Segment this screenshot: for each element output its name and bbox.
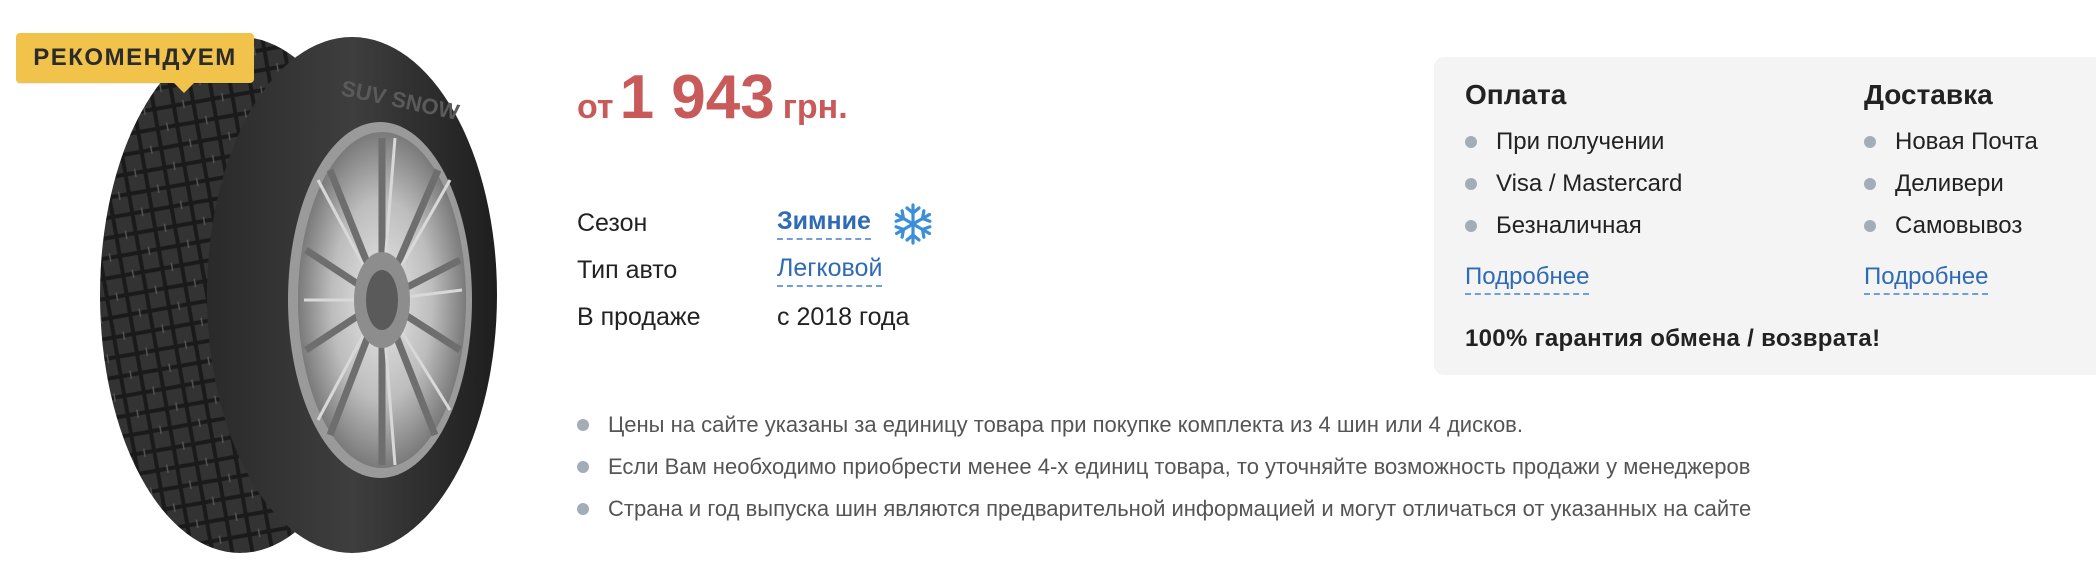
payment-delivery-box: Оплата При получении Visa / Mastercard Б… — [1434, 57, 2096, 375]
recommended-badge: РЕКОМЕНДУЕМ — [16, 33, 254, 93]
payment-item: Безналичная — [1496, 212, 1642, 239]
list-item: Если Вам необходимо приобрести менее 4-х… — [577, 446, 1751, 488]
delivery-item: Деливери — [1895, 170, 2004, 197]
price-notes: Цены на сайте указаны за единицу товара … — [577, 404, 1751, 530]
bullet-icon — [1465, 178, 1477, 190]
spec-value-on-sale: с 2018 года — [777, 303, 910, 331]
note-text: Страна и год выпуска шин являются предва… — [608, 496, 1752, 521]
price-prefix: от — [577, 88, 614, 126]
vehicle-type-link[interactable]: Легковой — [777, 254, 883, 287]
season-link[interactable]: Зимние — [777, 207, 871, 240]
price-currency: грн. — [782, 88, 848, 126]
list-item: Самовывоз — [1864, 205, 2038, 247]
payment-item: При получении — [1496, 128, 1665, 155]
payment-more-link[interactable]: Подробнее — [1465, 263, 1590, 295]
spec-row-vehicle-type: Тип авто Легковой — [577, 247, 935, 294]
bullet-icon — [1864, 136, 1876, 148]
delivery-item: Новая Почта — [1895, 128, 2038, 155]
tire-icon: SUV SNOW — [100, 37, 497, 553]
snowflake-icon — [891, 202, 934, 245]
payment-title: Оплата — [1465, 79, 1567, 110]
list-item: При получении — [1465, 121, 1682, 163]
bullet-icon — [577, 461, 589, 473]
product-image[interactable]: SUV SNOW — [90, 30, 500, 560]
payment-list: При получении Visa / Mastercard Безналич… — [1465, 121, 1682, 247]
guarantee-text: 100% гарантия обмена / возврата! — [1465, 325, 1881, 352]
payment-column: Оплата При получении Visa / Mastercard Б… — [1465, 79, 1682, 295]
list-item: Безналичная — [1465, 205, 1682, 247]
payment-item: Visa / Mastercard — [1496, 170, 1683, 197]
bullet-icon — [577, 419, 589, 431]
delivery-title: Доставка — [1864, 79, 1993, 110]
product-specs: Сезон Зимние Тип авто Легковой В продаже… — [577, 200, 935, 341]
list-item: Страна и год выпуска шин являются предва… — [577, 488, 1751, 530]
delivery-item: Самовывоз — [1895, 212, 2023, 239]
spec-row-on-sale: В продаже с 2018 года — [577, 294, 935, 341]
price: от1 943 грн. — [577, 62, 848, 133]
list-item: Деливери — [1864, 163, 2038, 205]
list-item: Новая Почта — [1864, 121, 2038, 163]
list-item: Visa / Mastercard — [1465, 163, 1682, 205]
delivery-column: Доставка Новая Почта Деливери Самовывоз … — [1864, 79, 2038, 295]
spec-row-season: Сезон Зимние — [577, 200, 935, 247]
spec-key-on-sale: В продаже — [577, 303, 701, 331]
bullet-icon — [1465, 220, 1477, 232]
list-item: Цены на сайте указаны за единицу товара … — [577, 404, 1751, 446]
bullet-icon — [1465, 136, 1477, 148]
bullet-icon — [1864, 220, 1876, 232]
delivery-more-link[interactable]: Подробнее — [1864, 263, 1989, 295]
bullet-icon — [1864, 178, 1876, 190]
spec-key-vehicle-type: Тип авто — [577, 256, 678, 284]
delivery-list: Новая Почта Деливери Самовывоз — [1864, 121, 2038, 247]
price-amount: 1 943 — [619, 63, 775, 132]
recommended-badge-label: РЕКОМЕНДУЕМ — [33, 44, 237, 71]
bullet-icon — [577, 503, 589, 515]
note-text: Если Вам необходимо приобрести менее 4-х… — [608, 454, 1751, 479]
spec-key-season: Сезон — [577, 209, 648, 237]
note-text: Цены на сайте указаны за единицу товара … — [608, 412, 1523, 437]
